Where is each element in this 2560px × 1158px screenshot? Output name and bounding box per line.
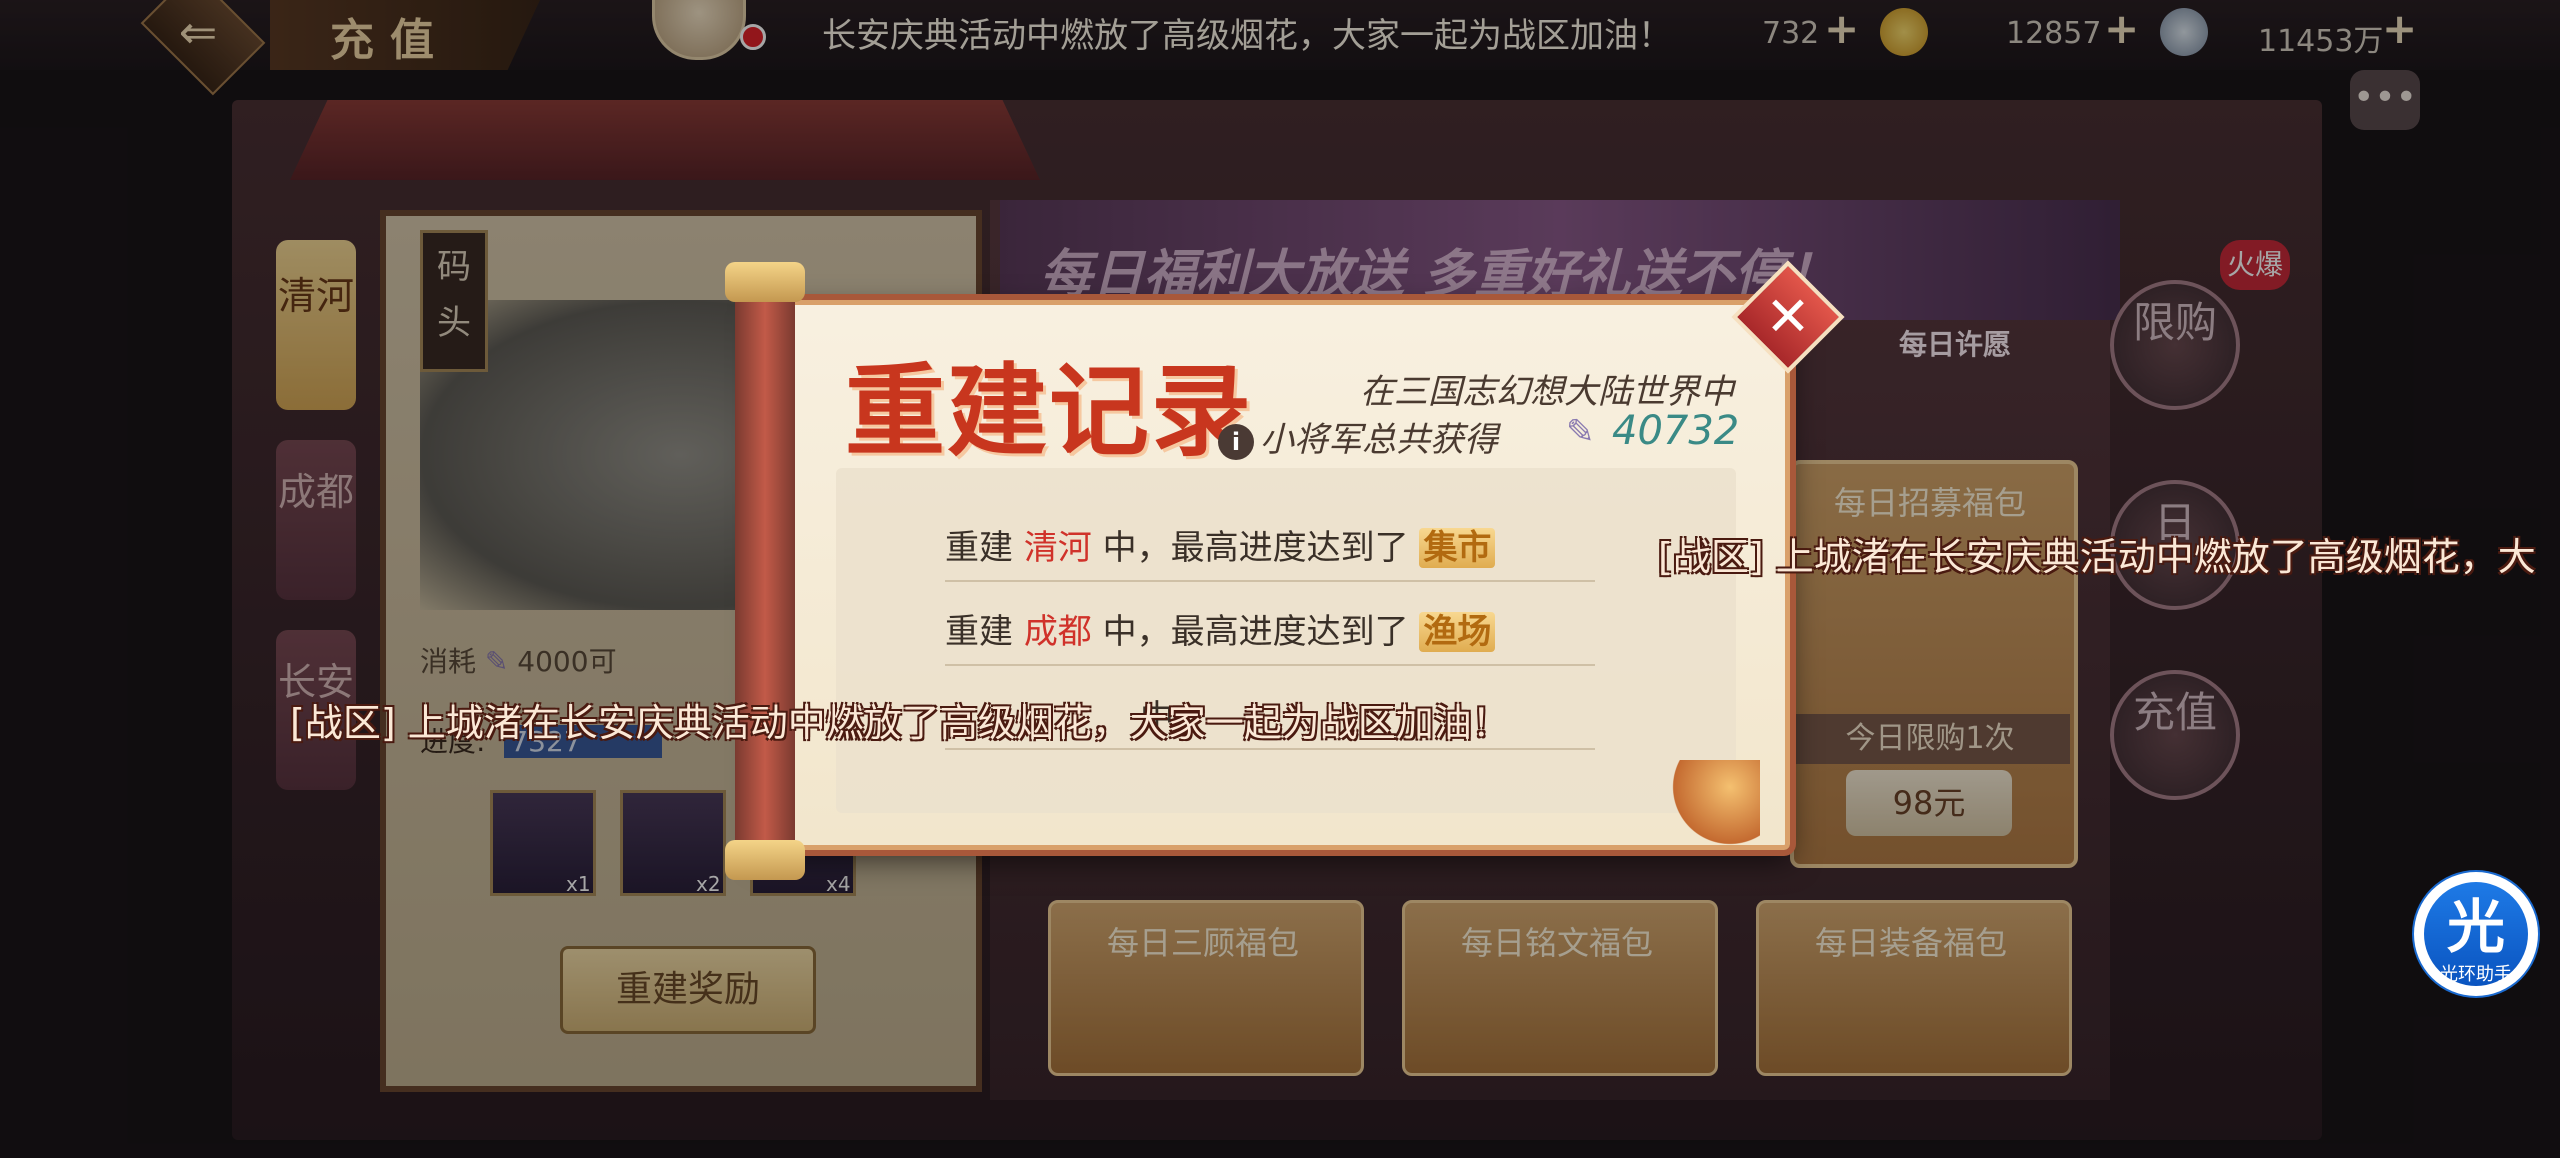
assistant-label[interactable]: 光环助手: [2424, 960, 2528, 986]
chat-float-message: [战区] 上城渚在长安庆典活动中燃放了高级烟花，大: [1658, 535, 2536, 579]
record-city: 清河: [1023, 528, 1092, 568]
record-city: 成都: [1023, 612, 1092, 652]
roller-cap: [725, 840, 805, 880]
scroll-roller: [735, 270, 795, 870]
roller-cap: [725, 262, 805, 302]
feather-icon: ✎: [1566, 412, 1595, 452]
record-middle: 中，最高进度达到了: [1102, 528, 1409, 568]
record-prefix: 重建: [945, 528, 1013, 568]
record-middle: 中，最高进度达到了: [1102, 612, 1409, 652]
divider: [945, 748, 1595, 750]
total-value: 40732: [1612, 408, 1740, 454]
summary-line-1: 在三国志幻想大陆世界中: [1360, 372, 1734, 412]
assistant-glyph[interactable]: 光: [2424, 880, 2528, 964]
record-stage: 渔场: [1419, 612, 1496, 652]
info-icon[interactable]: i: [1218, 424, 1254, 460]
divider: [945, 580, 1595, 582]
record-row: 重建 成都 中，最高进度达到了 渔场: [945, 604, 1496, 653]
divider: [945, 664, 1595, 666]
record-stage: 集市: [1419, 528, 1496, 568]
summary-line-2: 小将军总共获得: [1260, 420, 1498, 460]
chat-float-message: [战区] 上城渚在长安庆典活动中燃放了高级烟花，大家一起为战区加油！: [290, 701, 1510, 745]
dialog-title: 重建记录: [845, 352, 1253, 470]
brush-decoration: [1660, 760, 1760, 850]
close-icon[interactable]: ✕: [1748, 277, 1828, 357]
record-prefix: 重建: [945, 612, 1013, 652]
record-row: 重建 清河 中，最高进度达到了 集市: [945, 520, 1496, 569]
